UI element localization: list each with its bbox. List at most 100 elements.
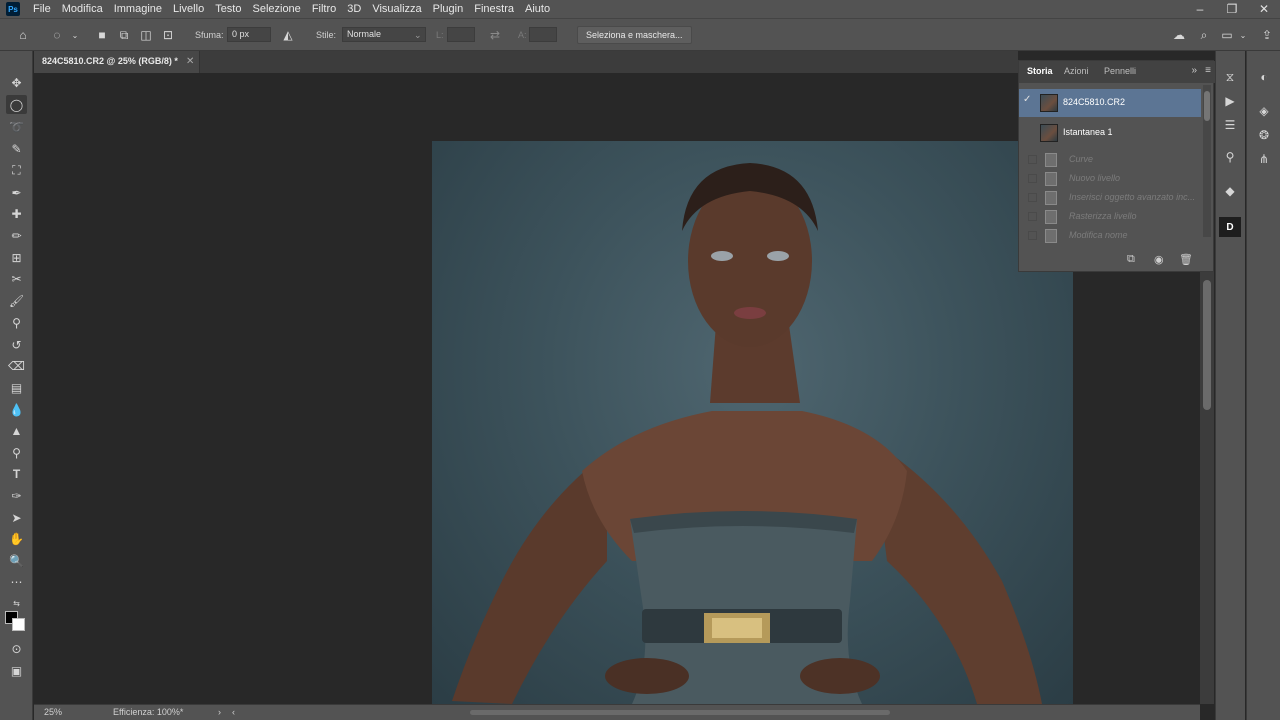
workspace-chevron-icon[interactable]: ⌄	[1234, 26, 1252, 44]
healing-brush-tool-icon[interactable]: ✚	[6, 204, 27, 223]
pen-tool-icon[interactable]: ✑	[6, 486, 27, 505]
history-step-row[interactable]: Rasterizza livello	[1019, 207, 1201, 227]
document-tab[interactable]: 824C5810.CR2 @ 25% (RGB/8) *	[34, 51, 200, 73]
history-step-row[interactable]: Curve	[1019, 150, 1201, 170]
search-icon[interactable]: ⌕	[1195, 26, 1213, 44]
more-tools-icon[interactable]: ⋯	[6, 572, 27, 591]
paths-icon[interactable]: ⋔	[1253, 149, 1275, 169]
camera-snapshot-icon[interactable]: ◉	[1154, 253, 1164, 266]
content-aware-move-tool-icon[interactable]: ✂	[6, 269, 27, 288]
history-brush-source-box[interactable]	[1028, 174, 1037, 183]
status-menu-chevron-icon[interactable]: ›	[218, 707, 221, 717]
menu-finestra[interactable]: Finestra	[469, 0, 520, 18]
subtract-selection-icon[interactable]: ◫	[137, 26, 155, 44]
menu-livello[interactable]: Livello	[168, 0, 210, 18]
menu-file[interactable]: File	[28, 0, 57, 18]
horizontal-scroll-thumb[interactable]	[470, 710, 890, 715]
chevron-down-icon[interactable]: ⌄	[66, 26, 84, 44]
quick-mask-icon[interactable]: ⊙	[6, 639, 27, 658]
screen-mode-icon[interactable]: ▣	[6, 661, 27, 680]
history-scroll-thumb[interactable]	[1204, 91, 1210, 121]
channels-icon[interactable]: ❂	[1253, 125, 1275, 145]
crop-tool-icon[interactable]: ⛶	[6, 161, 27, 180]
menu-aiuto[interactable]: Aiuto	[520, 0, 556, 18]
tab-azioni[interactable]: Azioni	[1064, 66, 1089, 76]
height-input[interactable]	[529, 27, 557, 42]
add-selection-icon[interactable]: ⧉	[115, 26, 133, 44]
new-document-from-state-icon[interactable]: ⧉	[1127, 253, 1135, 266]
actions-play-icon[interactable]: ▶	[1219, 91, 1241, 111]
history-brush-source-box[interactable]	[1028, 155, 1037, 164]
history-step-row[interactable]: Modifica nome	[1019, 226, 1201, 246]
dodge-tool-icon[interactable]: ⚲	[6, 443, 27, 462]
history-step-row[interactable]: Inserisci oggetto avanzato inc...	[1019, 188, 1201, 208]
close-icon[interactable]: ✕	[1248, 0, 1280, 18]
home-icon[interactable]: ⌂	[14, 26, 32, 44]
blur-tool-icon[interactable]: 💧	[6, 400, 27, 419]
cloud-docs-icon[interactable]: ☁	[1170, 26, 1188, 44]
paint-brush-tool-icon[interactable]: 🖌	[6, 291, 27, 310]
gradient-tool-icon[interactable]: ▤	[6, 378, 27, 397]
minimize-icon[interactable]: –	[1184, 0, 1216, 18]
sharpen-tool-icon[interactable]: ▲	[6, 421, 27, 440]
color-wheel-icon[interactable]: ◐	[1253, 67, 1275, 87]
feather-input[interactable]: 0 px	[227, 27, 271, 42]
clone-source-icon[interactable]: ⚲	[1219, 147, 1241, 167]
adjustments-sliders-icon[interactable]: ☰	[1219, 115, 1241, 135]
history-brush-source-box[interactable]	[1028, 231, 1037, 240]
antialias-icon[interactable]: ◭	[279, 26, 297, 44]
menu-3d[interactable]: 3D	[342, 0, 367, 18]
menu-modifica[interactable]: Modifica	[57, 0, 109, 18]
clone-stamp-tool-icon[interactable]: ⚲	[6, 313, 27, 332]
history-source-row[interactable]: ✓ 824C5810.CR2	[1019, 89, 1201, 117]
history-step-label: Inserisci oggetto avanzato inc...	[1069, 192, 1196, 202]
document-image[interactable]	[432, 141, 1073, 704]
tab-pennelli[interactable]: Pennelli	[1104, 66, 1136, 76]
collapse-panel-icon[interactable]: »	[1191, 65, 1197, 76]
menu-plugin[interactable]: Plugin	[428, 0, 470, 18]
width-input[interactable]	[447, 27, 475, 42]
menu-filtro[interactable]: Filtro	[307, 0, 342, 18]
close-tab-icon[interactable]: ✕	[186, 56, 194, 67]
select-and-mask-button[interactable]: Seleziona e maschera...	[577, 26, 692, 44]
marquee-preset-icon[interactable]: ◌	[48, 26, 66, 44]
vertical-scroll-thumb[interactable]	[1203, 280, 1211, 410]
history-step-row[interactable]: Nuovo livello	[1019, 169, 1201, 189]
intersect-selection-icon[interactable]: ⊡	[159, 26, 177, 44]
hand-tool-icon[interactable]: ✋	[6, 529, 27, 548]
menu-testo[interactable]: Testo	[210, 0, 247, 18]
menu-immagine[interactable]: Immagine	[109, 0, 168, 18]
frame-tool-icon[interactable]: ⊞	[6, 248, 27, 267]
quick-selection-tool-icon[interactable]: ✎	[6, 139, 27, 158]
history-brush-source-icon[interactable]: ✓	[1023, 94, 1031, 105]
lasso-tool-icon[interactable]: ➰	[6, 117, 27, 136]
share-icon[interactable]: ⇪	[1258, 26, 1276, 44]
tab-storia[interactable]: Storia	[1027, 66, 1053, 76]
glyphs-icon[interactable]: ◆	[1219, 181, 1241, 201]
move-tool-icon[interactable]: ✥	[6, 73, 27, 92]
eraser-tool-icon[interactable]: ⌫	[6, 356, 27, 375]
restore-icon[interactable]: ❐	[1216, 0, 1248, 18]
scroll-left-icon[interactable]: ‹	[232, 707, 235, 717]
history-brush-source-box[interactable]	[1028, 193, 1037, 202]
history-brush-source-box[interactable]	[1028, 212, 1037, 221]
new-selection-icon[interactable]: ■	[93, 26, 111, 44]
path-selection-tool-icon[interactable]: ➤	[6, 508, 27, 527]
zoom-tool-icon[interactable]: 🔍	[6, 551, 27, 570]
layers-icon[interactable]: ◈	[1253, 101, 1275, 121]
background-color-swatch[interactable]	[12, 618, 25, 631]
history-panel-icon[interactable]: ⧖	[1219, 67, 1241, 87]
menu-visualizza[interactable]: Visualizza	[367, 0, 427, 18]
menu-selezione[interactable]: Selezione	[247, 0, 306, 18]
libraries-icon[interactable]: D	[1219, 217, 1241, 237]
swap-dimensions-icon[interactable]: ⇄	[486, 26, 504, 44]
eyedropper-tool-icon[interactable]: ✒	[6, 183, 27, 202]
elliptical-marquee-tool-icon[interactable]: ◯	[6, 95, 27, 114]
trash-icon[interactable]: 🗑	[1179, 253, 1193, 266]
panel-menu-icon[interactable]: ≡	[1205, 65, 1211, 76]
zoom-level[interactable]: 25%	[44, 707, 62, 717]
brush-tool-icon[interactable]: ✏	[6, 226, 27, 245]
history-brush-tool-icon[interactable]: ↺	[6, 335, 27, 354]
history-snapshot-row[interactable]: Istantanea 1	[1019, 119, 1201, 147]
type-tool-icon[interactable]: T	[6, 464, 27, 483]
